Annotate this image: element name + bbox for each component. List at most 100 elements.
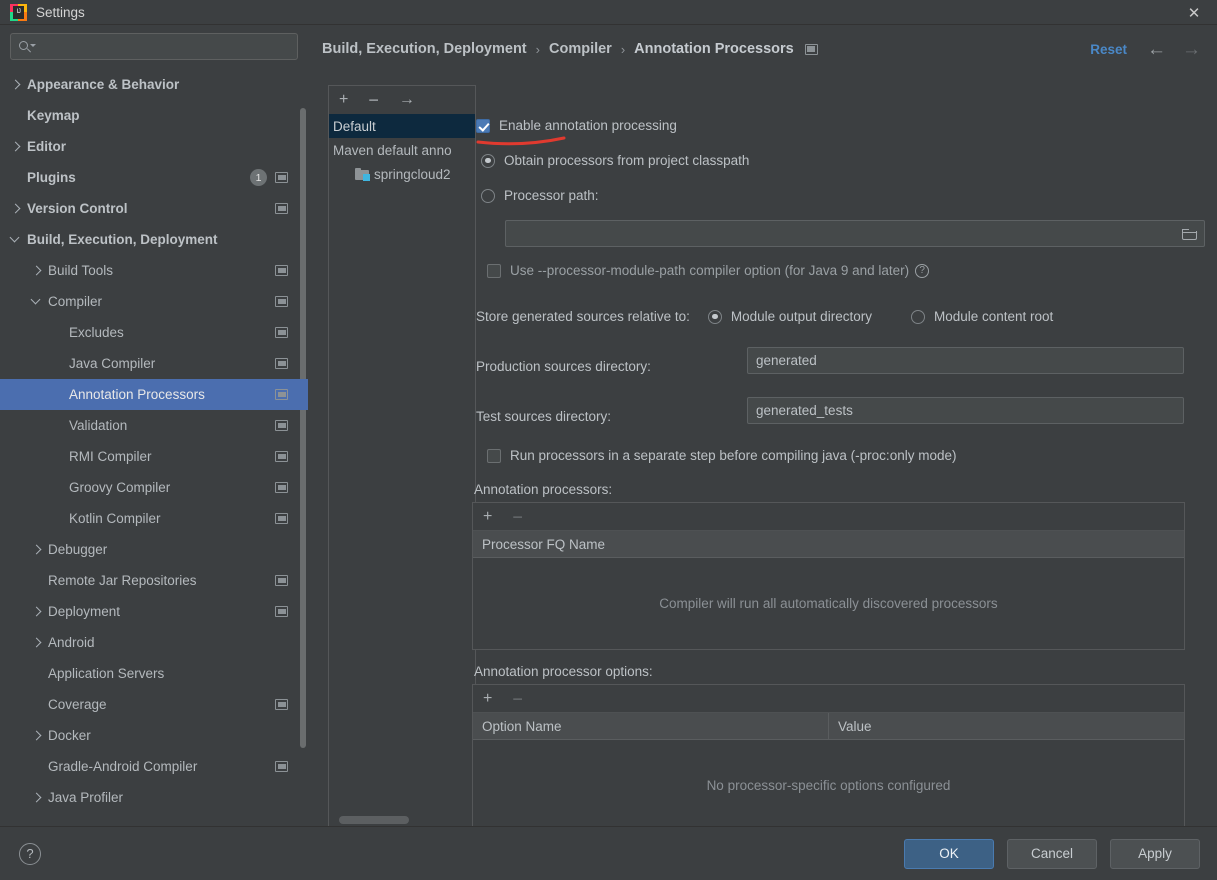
sidebar-item-build-tools[interactable]: Build Tools	[0, 255, 308, 286]
forward-arrow-icon[interactable]: →	[1182, 40, 1201, 59]
profile-item-springcloud2[interactable]: springcloud2	[329, 162, 475, 186]
chevron-right-icon[interactable]	[10, 203, 21, 214]
sidebar-item-plugins[interactable]: Plugins1	[0, 162, 308, 193]
profile-item-maven-default-anno[interactable]: Maven default anno	[329, 138, 475, 162]
separate-step-row[interactable]: Run processors in a separate step before…	[487, 448, 956, 463]
project-settings-icon	[275, 296, 288, 307]
remove-profile-button[interactable]: −	[368, 91, 379, 109]
module-content-root-radio[interactable]	[911, 310, 925, 324]
sidebar-item-annotation-processors[interactable]: Annotation Processors	[0, 379, 308, 410]
chevron-right-icon[interactable]	[31, 730, 42, 741]
sidebar-item-label: Android	[48, 635, 95, 650]
breadcrumb-item-0[interactable]: Build, Execution, Deployment	[322, 41, 527, 57]
chevron-right-icon[interactable]	[31, 606, 42, 617]
processor-module-path-checkbox[interactable]	[487, 264, 501, 278]
sidebar-item-label: Coverage	[48, 697, 107, 712]
search-box[interactable]	[10, 33, 298, 60]
run-separate-step-checkbox[interactable]	[487, 449, 501, 463]
column-header-value[interactable]: Value	[828, 713, 1184, 740]
sidebar-item-appearance-behavior[interactable]: Appearance & Behavior	[0, 69, 308, 100]
column-header-option-name[interactable]: Option Name	[473, 713, 828, 740]
tree-indent-spacer	[52, 389, 63, 400]
enable-annotation-processing-checkbox[interactable]	[476, 119, 490, 133]
chevron-down-icon[interactable]	[10, 234, 21, 245]
obtain-from-classpath-label: Obtain processors from project classpath	[504, 153, 749, 168]
sidebar-item-application-servers[interactable]: Application Servers	[0, 658, 308, 689]
cancel-button[interactable]: Cancel	[1007, 839, 1097, 869]
move-profile-button[interactable]: →	[399, 92, 415, 108]
sidebar-item-docker[interactable]: Docker	[0, 720, 308, 751]
obtain-from-classpath-radio[interactable]	[481, 154, 495, 168]
sidebar-item-build-execution-deployment[interactable]: Build, Execution, Deployment	[0, 224, 308, 255]
module-output-directory-radio[interactable]	[708, 310, 722, 324]
project-settings-icon	[275, 172, 288, 183]
settings-content: Build, Execution, Deployment › Compiler …	[308, 25, 1217, 826]
enable-annotation-processing-label: Enable annotation processing	[499, 118, 677, 133]
add-profile-button[interactable]: +	[339, 92, 348, 108]
profiles-horizontal-scrollbar[interactable]	[339, 816, 409, 824]
processor-path-radio[interactable]	[481, 189, 495, 203]
chevron-right-icon[interactable]	[10, 79, 21, 90]
sidebar-item-java-compiler[interactable]: Java Compiler	[0, 348, 308, 379]
processor-path-row[interactable]: Processor path:	[481, 188, 599, 203]
sidebar-item-remote-jar-repositories[interactable]: Remote Jar Repositories	[0, 565, 308, 596]
search-input[interactable]	[36, 39, 276, 54]
add-processor-button[interactable]: +	[483, 509, 492, 525]
sidebar-item-compiler[interactable]: Compiler	[0, 286, 308, 317]
processors-table-empty-message: Compiler will run all automatically disc…	[473, 558, 1184, 649]
help-icon[interactable]: ?	[915, 264, 929, 278]
add-option-button[interactable]: +	[483, 691, 492, 707]
test-sources-directory-value: generated_tests	[756, 403, 853, 418]
enable-processing-row[interactable]: Enable annotation processing	[476, 118, 677, 133]
sidebar-item-editor[interactable]: Editor	[0, 131, 308, 162]
sidebar-item-excludes[interactable]: Excludes	[0, 317, 308, 348]
chevron-right-icon[interactable]	[10, 141, 21, 152]
reset-button[interactable]: Reset	[1090, 42, 1127, 57]
profile-item-default[interactable]: Default	[329, 114, 475, 138]
processors-table-header: Processor FQ Name	[473, 531, 1184, 558]
sidebar-item-validation[interactable]: Validation	[0, 410, 308, 441]
sidebar-item-label: Gradle-Android Compiler	[48, 759, 197, 774]
sidebar-item-deployment[interactable]: Deployment	[0, 596, 308, 627]
test-sources-directory-input[interactable]: generated_tests	[747, 397, 1184, 424]
apply-button[interactable]: Apply	[1110, 839, 1200, 869]
profile-item-label: Default	[333, 119, 376, 134]
breadcrumb-item-2[interactable]: Annotation Processors	[634, 41, 794, 57]
obtain-classpath-row[interactable]: Obtain processors from project classpath	[481, 153, 749, 168]
sidebar-item-java-profiler[interactable]: Java Profiler	[0, 782, 308, 813]
sidebar-item-coverage[interactable]: Coverage	[0, 689, 308, 720]
production-dir-label-row: Production sources directory:	[476, 359, 651, 374]
project-settings-icon	[275, 482, 288, 493]
profiles-toolbar: + − →	[329, 86, 475, 114]
chevron-right-icon[interactable]	[31, 792, 42, 803]
processor-module-path-row[interactable]: Use --processor-module-path compiler opt…	[487, 263, 929, 278]
sidebar-item-debugger[interactable]: Debugger	[0, 534, 308, 565]
chevron-right-icon[interactable]	[31, 265, 42, 276]
production-sources-directory-input[interactable]: generated	[747, 347, 1184, 374]
chevron-right-icon[interactable]	[31, 637, 42, 648]
sidebar-item-rmi-compiler[interactable]: RMI Compiler	[0, 441, 308, 472]
project-settings-icon	[275, 358, 288, 369]
sidebar-item-keymap[interactable]: Keymap	[0, 100, 308, 131]
sidebar-item-label: Appearance & Behavior	[27, 77, 179, 92]
processor-path-input[interactable]	[505, 220, 1205, 247]
sidebar-item-version-control[interactable]: Version Control	[0, 193, 308, 224]
ok-button[interactable]: OK	[904, 839, 994, 869]
remove-option-button[interactable]: −	[512, 690, 523, 708]
remove-processor-button[interactable]: −	[512, 508, 523, 526]
sidebar-item-kotlin-compiler[interactable]: Kotlin Compiler	[0, 503, 308, 534]
tree-indent-spacer	[52, 451, 63, 462]
sidebar-item-gradle-android-compiler[interactable]: Gradle-Android Compiler	[0, 751, 308, 782]
chevron-right-icon[interactable]	[31, 544, 42, 555]
back-arrow-icon[interactable]: ←	[1147, 40, 1166, 59]
sidebar-item-groovy-compiler[interactable]: Groovy Compiler	[0, 472, 308, 503]
browse-folder-icon[interactable]	[1182, 228, 1197, 240]
tree-indent-spacer	[31, 575, 42, 586]
sidebar-item-android[interactable]: Android	[0, 627, 308, 658]
column-header-processor-fq-name[interactable]: Processor FQ Name	[473, 531, 1184, 558]
breadcrumb-item-1[interactable]: Compiler	[549, 41, 612, 57]
breadcrumb-separator: ›	[536, 42, 540, 57]
help-icon[interactable]: ?	[19, 843, 41, 865]
chevron-down-icon[interactable]	[31, 296, 42, 307]
close-icon[interactable]: ✕	[1171, 0, 1217, 25]
